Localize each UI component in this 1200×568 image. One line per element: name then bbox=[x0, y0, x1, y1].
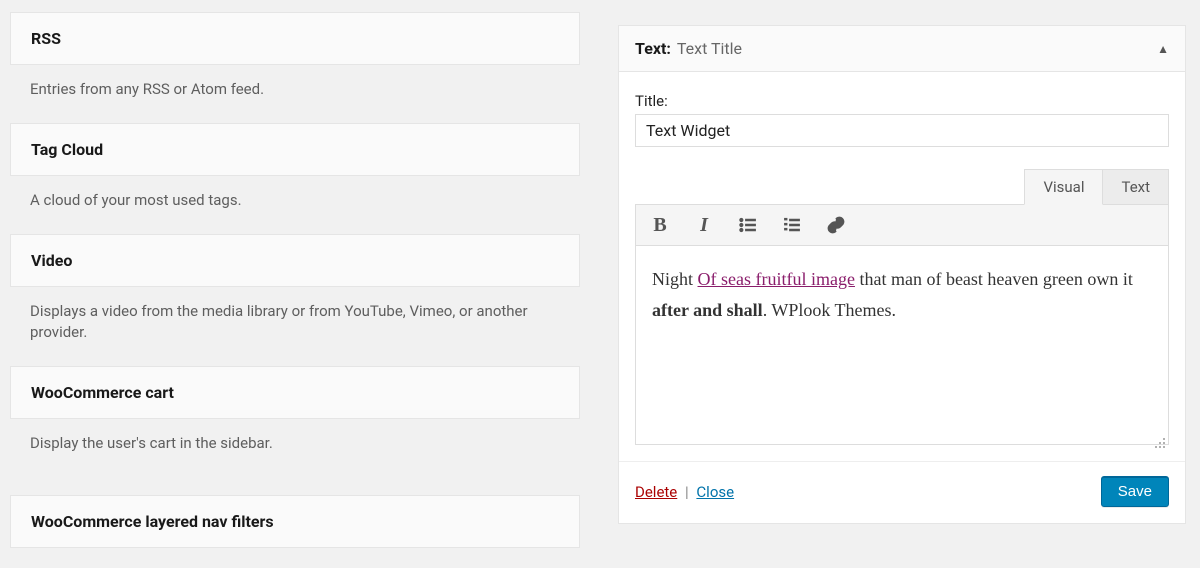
widget-item-rss[interactable]: RSS bbox=[10, 12, 580, 65]
editor-toolbar: B I bbox=[635, 204, 1169, 245]
widget-item-woocommerce-layered-nav[interactable]: WooCommerce layered nav filters bbox=[10, 495, 580, 548]
delete-link[interactable]: Delete bbox=[635, 483, 677, 501]
text-widget-panel: Text: Text Title ▲ Title: Visual Text B … bbox=[618, 25, 1186, 524]
content-link[interactable]: Of seas fruitful image bbox=[698, 269, 855, 289]
tab-text[interactable]: Text bbox=[1102, 169, 1169, 205]
panel-footer: Delete | Close Save bbox=[619, 461, 1185, 523]
numbered-list-button[interactable] bbox=[780, 213, 804, 237]
panel-header-title: Text: Text Title bbox=[635, 39, 742, 58]
bullet-list-button[interactable] bbox=[736, 213, 760, 237]
panel-header-subtitle: Text Title bbox=[677, 39, 742, 58]
save-button[interactable]: Save bbox=[1101, 476, 1169, 507]
widget-item-tag-cloud[interactable]: Tag Cloud bbox=[10, 123, 580, 176]
link-button[interactable] bbox=[824, 213, 848, 237]
italic-button[interactable]: I bbox=[692, 213, 716, 237]
close-link[interactable]: Close bbox=[696, 483, 734, 501]
bold-button[interactable]: B bbox=[648, 213, 672, 237]
content-post: . WPlook Themes. bbox=[763, 300, 896, 320]
collapse-icon[interactable]: ▲ bbox=[1157, 42, 1169, 56]
widget-item-woocommerce-cart-desc: Display the user's cart in the sidebar. bbox=[10, 419, 580, 465]
widget-item-rss-desc: Entries from any RSS or Atom feed. bbox=[10, 65, 580, 111]
title-input[interactable] bbox=[635, 114, 1169, 147]
resize-handle-icon[interactable] bbox=[1152, 428, 1166, 442]
widget-item-woocommerce-cart[interactable]: WooCommerce cart bbox=[10, 366, 580, 419]
content-bold: after and shall bbox=[652, 300, 763, 320]
widget-item-video[interactable]: Video bbox=[10, 234, 580, 287]
content-mid: that man of beast heaven green own it bbox=[855, 269, 1133, 289]
widget-item-video-desc: Displays a video from the media library … bbox=[10, 287, 580, 355]
widget-item-tag-cloud-desc: A cloud of your most used tags. bbox=[10, 176, 580, 222]
available-widgets-list: RSS Entries from any RSS or Atom feed. T… bbox=[0, 0, 590, 568]
editor-tabs: Visual Text bbox=[635, 169, 1169, 205]
title-label: Title: bbox=[635, 92, 1169, 110]
tab-visual[interactable]: Visual bbox=[1024, 169, 1103, 205]
content-pre: Night bbox=[652, 269, 698, 289]
panel-header[interactable]: Text: Text Title ▲ bbox=[619, 26, 1185, 72]
panel-header-type: Text bbox=[635, 39, 666, 58]
editor-content[interactable]: Night Of seas fruitful image that man of… bbox=[635, 245, 1169, 445]
